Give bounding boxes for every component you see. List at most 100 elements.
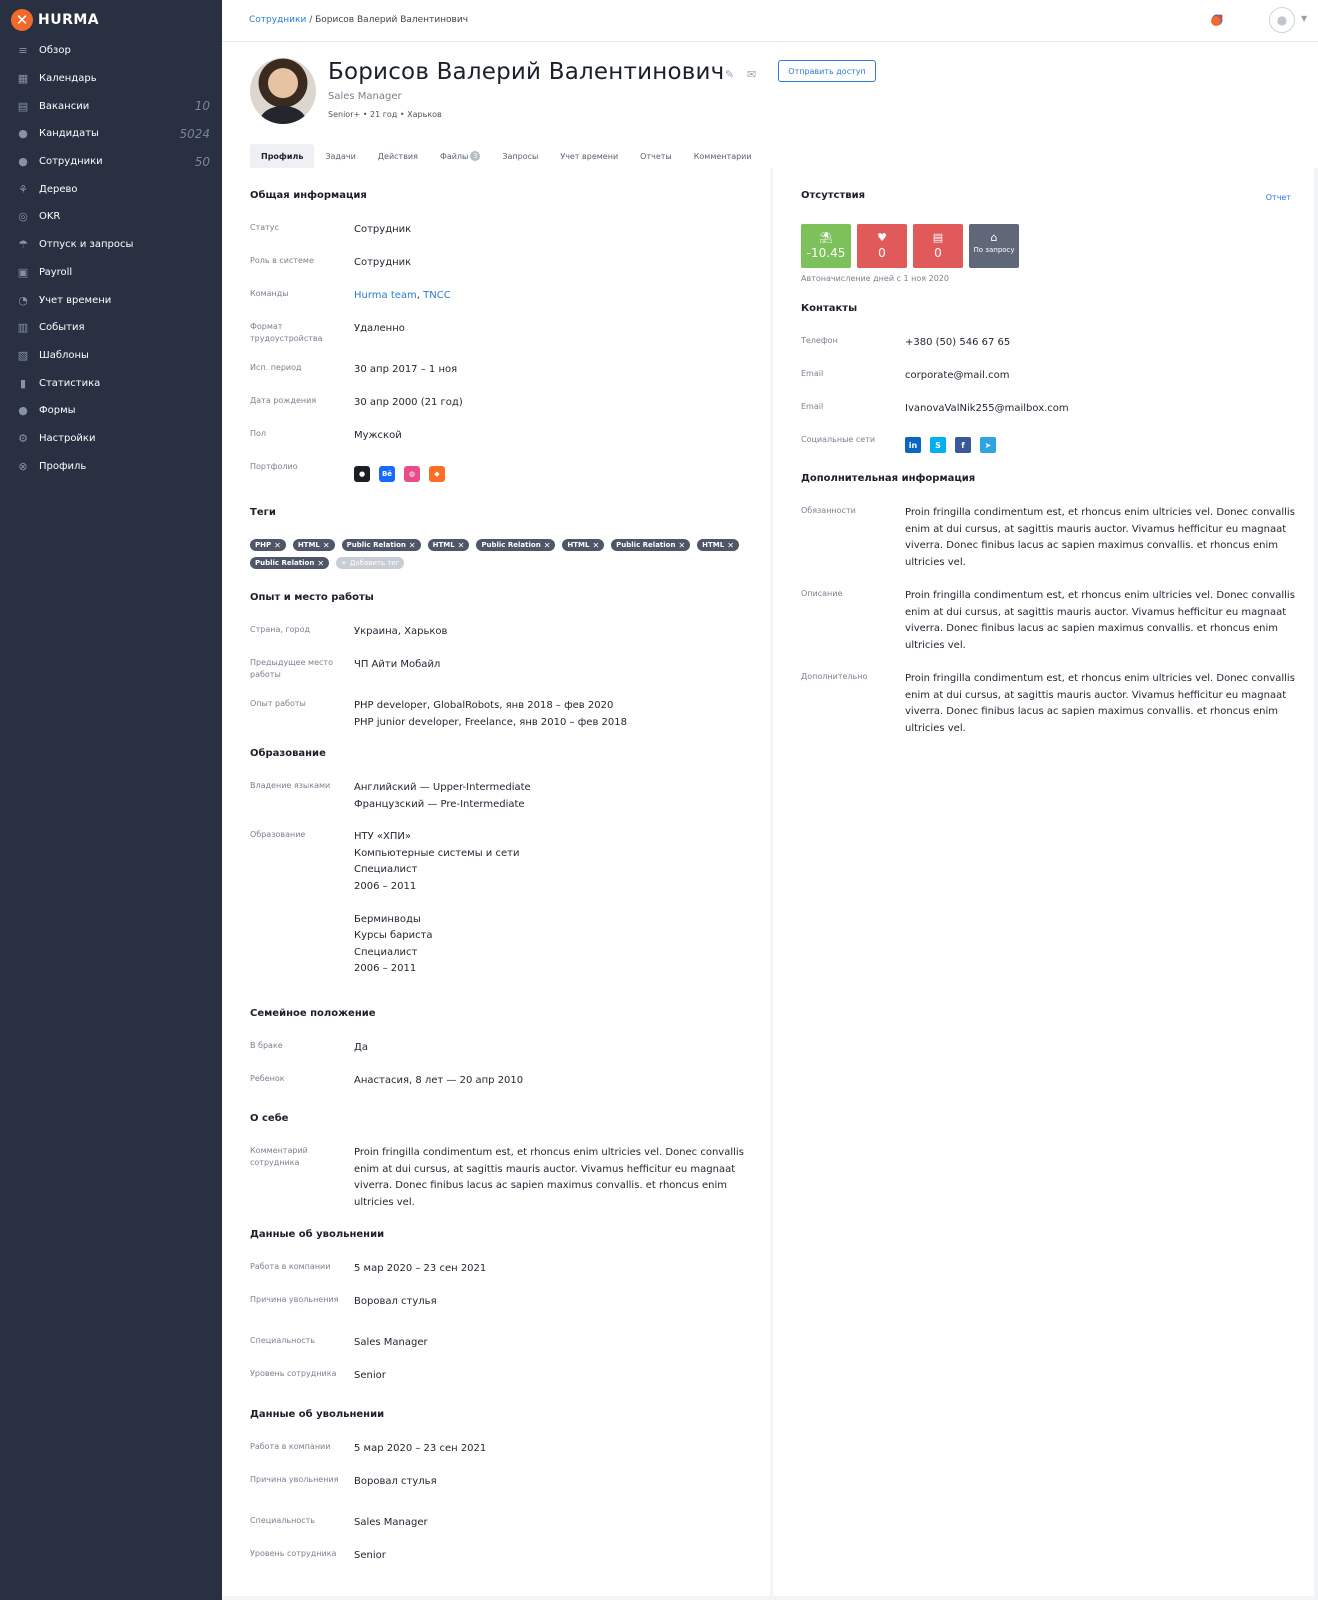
sidebar: ✕ HURMA ≡ Обзор ▦ Календарь ▤ Вакансии 10 ● Канд… — [0, 0, 222, 1600]
behance-icon[interactable]: Bē — [379, 466, 395, 482]
sidebar-item[interactable]: ▤ Вакансии 10 — [0, 92, 222, 120]
remove-tag-icon[interactable]: ✕ — [458, 541, 465, 550]
section-title-education: Образование — [250, 748, 326, 759]
sidebar-item[interactable]: ◔ Учет времени — [0, 286, 222, 314]
sidebar-item-label: Учет времени — [39, 294, 112, 306]
sidebar-item[interactable]: ● Сотрудники 50 — [0, 148, 222, 176]
calendar-icon: ▦ — [17, 72, 29, 86]
remove-tag-icon[interactable]: ✕ — [409, 541, 416, 550]
sidebar-item[interactable]: ● Формы — [0, 397, 222, 425]
breadcrumb-parent[interactable]: Сотрудники — [249, 15, 306, 25]
remove-tag-icon[interactable]: ✕ — [544, 541, 551, 550]
tab[interactable]: Комментарии — [683, 144, 763, 168]
field-label-reason: Причина увольнения — [250, 1475, 339, 1484]
edit-icon[interactable]: ✎ — [725, 68, 734, 81]
sidebar-item-label: Payroll — [39, 266, 73, 278]
dribbble-icon[interactable]: ◍ — [404, 466, 420, 482]
sick-leave-tile[interactable]: ♥ 0 — [857, 224, 907, 268]
sidebar-item-label: Обзор — [39, 45, 71, 57]
sidebar-item[interactable]: ▮ Статистика — [0, 369, 222, 397]
sidebar-item[interactable]: ▥ События — [0, 314, 222, 342]
on-request-tile[interactable]: ⌂ По запросу — [969, 224, 1019, 268]
tag-label: Public Relation — [481, 541, 541, 549]
notifications-icon[interactable] — [1209, 12, 1225, 28]
language-entry: Английский — Upper-Intermediate — [354, 782, 531, 793]
field-label-portfolio: Портфолио — [250, 462, 298, 471]
tag: PHP ✕ — [250, 539, 286, 551]
field-value-comment: Proin fringilla condimentum est, et rhon… — [354, 1147, 744, 1208]
user-avatar[interactable]: ● — [1269, 7, 1295, 33]
sidebar-item[interactable]: ▦ Календарь — [0, 65, 222, 93]
vacation-balance-tile[interactable]: ⛱ -10.45 — [801, 224, 851, 268]
sidebar-item[interactable]: ▣ Payroll — [0, 259, 222, 287]
tab-label: Профиль — [261, 151, 304, 161]
github-icon[interactable]: ● — [354, 466, 370, 482]
section-title-experience: Опыт и место работы — [250, 592, 374, 603]
report-link[interactable]: Отчет — [1266, 193, 1291, 202]
remove-tag-icon[interactable]: ✕ — [678, 541, 685, 550]
field-label-phone: Телефон — [801, 336, 838, 345]
sidebar-item[interactable]: ◎ OKR — [0, 203, 222, 231]
tab[interactable]: Отчеты — [629, 144, 683, 168]
field-value-probation: 30 апр 2017 – 1 ноя — [354, 364, 458, 375]
team-link[interactable]: TNCC — [423, 290, 451, 301]
education-line: Специалист — [354, 946, 418, 958]
logo[interactable]: ✕ HURMA — [11, 9, 99, 31]
telegram-icon[interactable]: ➤ — [980, 437, 996, 453]
remove-tag-icon[interactable]: ✕ — [317, 559, 324, 568]
section-title-family: Семейное положение — [250, 1008, 376, 1019]
team-link[interactable]: Hurma team — [354, 290, 417, 301]
sidebar-item[interactable]: ⚙ Настройки — [0, 425, 222, 453]
tree-icon: ⚘ — [18, 182, 28, 196]
sidebar-item[interactable]: ☂ Отпуск и запросы — [0, 231, 222, 259]
field-label-prev-work: Предыдущее место работы — [250, 658, 333, 679]
main-area: Сотрудники / Борисов Валерий Валентинови… — [222, 0, 1318, 1600]
add-tag-button[interactable]: + Добавить тег — [336, 557, 405, 569]
events-icon: ▥ — [17, 321, 29, 335]
tab[interactable]: Запросы — [491, 144, 549, 168]
tab[interactable]: Задачи — [314, 144, 366, 168]
tab[interactable]: Файлы 3 — [429, 144, 491, 168]
add-tag-label: Добавить тег — [349, 559, 400, 567]
sidebar-item[interactable]: ⚘ Дерево — [0, 175, 222, 203]
linkedin-icon[interactable]: in — [905, 437, 921, 453]
field-label-speciality: Специальность — [250, 1516, 316, 1525]
sidebar-item-label: Сотрудники — [39, 156, 103, 168]
tag: HTML ✕ — [697, 539, 739, 551]
field-value-birth: 30 апр 2000 (21 год) — [354, 397, 463, 408]
send-access-button[interactable]: Отправить доступ — [778, 60, 876, 82]
chevron-down-icon[interactable]: ▼ — [1301, 14, 1307, 23]
sidebar-item-label: Профиль — [39, 460, 87, 472]
sidebar-item[interactable]: ⊗ Профиль — [0, 452, 222, 480]
field-label-social: Социальные сети — [801, 435, 876, 444]
tag-label: Public Relation — [346, 541, 406, 549]
timetracking-icon: ◔ — [18, 293, 28, 307]
skype-icon[interactable]: S — [930, 437, 946, 453]
remove-tag-icon[interactable]: ✕ — [274, 541, 281, 550]
education-line: Берминводы — [354, 913, 421, 925]
field-label-teams: Команды — [250, 289, 289, 298]
sidebar-item-label: Отпуск и запросы — [39, 239, 134, 251]
field-label-comment: Комментарий сотрудника — [250, 1146, 308, 1167]
remove-tag-icon[interactable]: ✕ — [592, 541, 599, 550]
sidebar-item[interactable]: ≡ Обзор — [0, 37, 222, 65]
tab[interactable]: Действия — [367, 144, 429, 168]
field-value-reason: Воровал стулья — [354, 1476, 437, 1487]
portfolio-links: ● Bē ◍ ◆ — [354, 466, 445, 482]
tag-label: HTML — [702, 541, 725, 549]
remove-tag-icon[interactable]: ✕ — [323, 541, 330, 550]
field-value-work-period: 5 мар 2020 – 23 сен 2021 — [354, 1263, 487, 1274]
field-value-duties: Proin fringilla condimentum est, et rhon… — [905, 507, 1295, 568]
tab[interactable]: Профиль — [250, 144, 315, 168]
gitlab-icon[interactable]: ◆ — [429, 466, 445, 482]
field-label-education: Образование — [250, 830, 306, 839]
remove-tag-icon[interactable]: ✕ — [727, 541, 734, 550]
breadcrumb-separator: / — [306, 15, 316, 25]
sidebar-item[interactable]: ● Кандидаты 5024 — [0, 120, 222, 148]
sidebar-item-count: 10 — [194, 99, 210, 114]
unpaid-leave-tile[interactable]: ▤ 0 — [913, 224, 963, 268]
facebook-icon[interactable]: f — [955, 437, 971, 453]
sidebar-item[interactable]: ▧ Шаблоны — [0, 342, 222, 370]
tab[interactable]: Учет времени — [549, 144, 629, 168]
mail-icon[interactable]: ✉ — [747, 68, 756, 81]
